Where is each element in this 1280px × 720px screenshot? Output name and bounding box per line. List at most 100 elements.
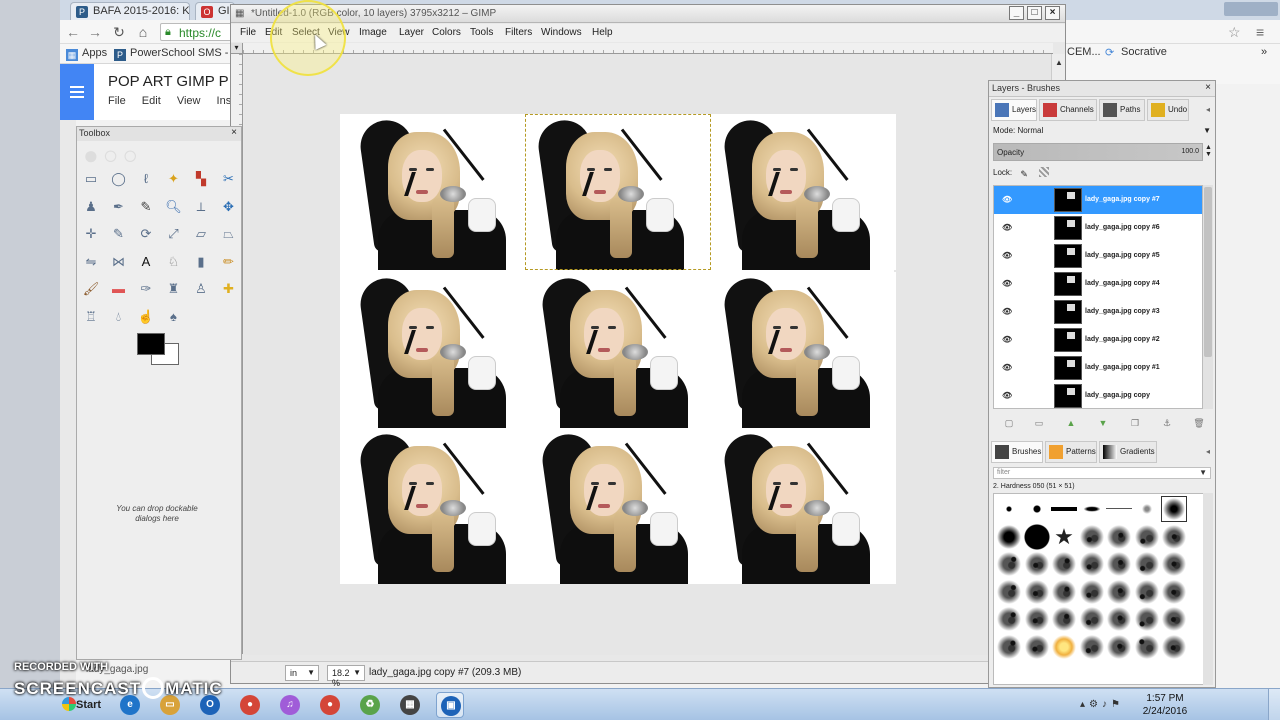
brush-preset[interactable] [1023,606,1050,632]
heal-tool-icon[interactable]: ✚ [219,279,239,299]
home-icon[interactable]: ⌂ [134,23,152,41]
brush-preset[interactable] [1161,551,1187,577]
layer-row[interactable]: 👁︎ lady_gaga.jpg copy #2 [994,326,1202,354]
brush-preset[interactable] [996,551,1022,577]
brush-preset[interactable] [1106,523,1132,550]
brush-preset[interactable] [1161,606,1187,632]
horizontal-ruler[interactable] [243,43,1053,54]
flip-tool-icon[interactable]: ⇋ [81,252,101,272]
menu-image[interactable]: Image [359,27,387,38]
foreground-select-tool-icon[interactable]: ♟ [81,197,101,217]
menu-filters[interactable]: Filters [505,27,532,38]
brush-preset[interactable] [996,606,1022,632]
visibility-eye-icon[interactable]: 👁︎ [1002,308,1012,316]
brush-grid-scrollbar[interactable] [1203,493,1213,685]
layer-row[interactable]: 👁︎ lady_gaga.jpg copy #7 [994,186,1202,214]
brush-preset[interactable] [1133,606,1160,632]
more-bookmarks-icon[interactable]: » [1261,46,1267,58]
fuzzy-select-tool-icon[interactable]: ✦ [164,169,184,189]
docs-menu-view[interactable]: View [177,95,201,107]
zoom-tool-icon[interactable]: 🔍︎ [164,197,184,217]
layer-list-scrollbar[interactable] [1203,185,1213,409]
brush-preset[interactable] [1106,578,1132,605]
menu-file[interactable]: File [240,27,256,38]
smudge-tool-icon[interactable]: ☝ [136,307,156,327]
raise-layer-icon[interactable]: ▲ [1065,417,1077,429]
toolbox-close-icon[interactable]: × [229,127,239,139]
zoom-select[interactable]: 18.2 % ▼ [327,665,365,688]
menu-layer[interactable]: Layer [399,27,424,38]
anchor-layer-icon[interactable]: ⚓︎ [1161,417,1173,429]
menu-help[interactable]: Help [592,27,613,38]
mode-select[interactable]: Mode: Normal ▼ [993,126,1211,140]
shear-tool-icon[interactable]: ▱ [191,224,211,244]
new-layer-group-icon[interactable]: ▭ [1033,417,1045,429]
network-icon[interactable]: ⚙ [1089,699,1102,710]
chrome-menu-icon[interactable]: ≡ [1256,24,1264,40]
brush-preset[interactable] [1078,633,1105,660]
duplicate-layer-icon[interactable]: ❐ [1129,417,1141,429]
brush-preset[interactable] [996,523,1022,550]
cage-tool-icon[interactable]: ⋈ [109,252,129,272]
menu-tools[interactable]: Tools [470,27,493,38]
layer-row[interactable]: 👁︎ lady_gaga.jpg copy [994,382,1202,408]
layer-row[interactable]: 👁︎ lady_gaga.jpg copy #5 [994,242,1202,270]
recycle-icon[interactable]: ♻ [356,692,384,718]
new-layer-icon[interactable]: ▢ [1003,417,1015,429]
ellipse-select-tool-icon[interactable]: ◯ [109,169,129,189]
forward-arrow-icon[interactable]: → [86,23,104,41]
scale-tool-icon[interactable]: ⤢ [164,224,184,244]
layer-row[interactable]: 👁︎ lady_gaga.jpg copy #6 [994,214,1202,242]
brush-preset[interactable] [1133,551,1160,577]
scissors-tool-icon[interactable]: ✂ [219,169,239,189]
show-desktop-button[interactable] [1268,689,1280,720]
brush-preset[interactable] [1078,578,1105,605]
paths-tool-icon[interactable]: ✒ [109,197,129,217]
brush-preset[interactable] [996,633,1022,660]
doc-title[interactable]: POP ART GIMP P [108,73,229,90]
visibility-eye-icon[interactable]: 👁︎ [1002,336,1012,344]
perspective-clone-tool-icon[interactable]: ♖ [81,307,101,327]
visibility-eye-icon[interactable]: 👁︎ [1002,224,1012,232]
opacity-stepper-icon[interactable]: ▲ ▼ [1205,144,1212,158]
taskbar-clock[interactable]: 1:57 PM 2/24/2016 [1135,692,1195,718]
docs-menu-edit[interactable]: Edit [142,95,161,107]
brush-preset[interactable] [1133,523,1160,550]
bookmark-star-icon[interactable]: ☆ [1228,24,1241,41]
brush-preset[interactable] [1106,606,1132,632]
layer-row[interactable]: 👁︎ lady_gaga.jpg copy #3 [994,298,1202,326]
lock-alpha-icon[interactable] [1038,167,1049,177]
tab-undo[interactable]: Undo [1147,99,1189,121]
browser-tab-gi[interactable]: O GI [195,2,235,20]
dock-close-icon[interactable]: × [1202,82,1214,94]
menu-windows[interactable]: Windows [541,27,582,38]
visibility-eye-icon[interactable]: 👁︎ [1002,280,1012,288]
tab-menu-icon[interactable]: ◂ [1203,105,1213,115]
visibility-eye-icon[interactable]: 👁︎ [1002,196,1012,204]
brush-preset[interactable] [1051,496,1077,522]
close-window-button[interactable]: × [1045,6,1060,20]
blend-tool-icon[interactable]: ▮ [191,252,211,272]
scroll-up-icon[interactable]: ▲ [1054,58,1064,68]
scrollbar-thumb[interactable] [1204,187,1212,357]
brush-preset[interactable] [1106,551,1132,577]
bucket-fill-tool-icon[interactable]: ♘ [164,252,184,272]
bookmark-cem[interactable]: CEM... [1067,46,1101,58]
volume-icon[interactable]: ♪ [1102,699,1111,710]
brush-preset[interactable]: ★ [1051,524,1077,550]
browser-tab-bafa[interactable]: P BAFA 2015-2016: K × [70,2,190,20]
brush-preset[interactable] [1078,551,1105,577]
brush-preset[interactable] [996,578,1022,605]
crop-tool-icon[interactable]: ✎ [109,224,129,244]
ink-tool-icon[interactable]: ♜ [164,279,184,299]
layer-row[interactable]: 👁︎ lady_gaga.jpg copy #4 [994,270,1202,298]
brush-preset[interactable] [1133,496,1160,522]
brush-preset[interactable] [996,496,1022,522]
dock-title[interactable]: Layers - Brushes [989,81,1215,97]
airbrush-tool-icon[interactable]: ✑ [136,279,156,299]
chrome-icon[interactable]: ● [236,692,264,718]
gimp-title-bar[interactable]: ▦ *Untitled-1.0 (RGB color, 10 layers) 3… [231,5,1065,23]
tray-arrow-icon[interactable]: ▴ [1080,699,1089,710]
tab-layers[interactable]: Layers [991,99,1037,121]
color-picker-tool-icon[interactable]: ✎ [136,197,156,217]
